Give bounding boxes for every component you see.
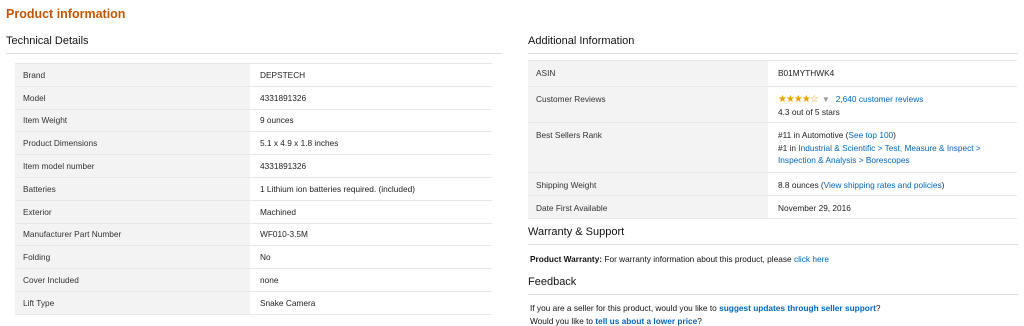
feedback-line2-end: ?: [697, 316, 702, 326]
table-row-asin: ASIN B01MYTHWK4: [528, 60, 1017, 87]
table-row: Cover Included none: [15, 268, 492, 292]
lower-price-link[interactable]: tell us about a lower price: [595, 316, 697, 326]
shipping-weight-end: ): [941, 180, 945, 190]
warranty-click-here-link[interactable]: click here: [794, 254, 829, 264]
warranty-bold-label: Product Warranty:: [530, 254, 603, 264]
technical-title-divider: [6, 53, 502, 54]
table-row: Item Weight 9 ounces: [15, 108, 492, 132]
technical-row-label: Brand: [15, 63, 250, 87]
see-top-100-link[interactable]: See top 100: [848, 130, 893, 140]
date-first-available-value: November 29, 2016: [768, 195, 1017, 219]
technical-row-label: Batteries: [15, 176, 250, 201]
suggest-updates-link[interactable]: suggest updates through seller support: [719, 303, 876, 313]
rank-line1-end: ): [893, 130, 896, 140]
warranty-text: Product Warranty: For warranty informati…: [530, 254, 829, 264]
shipping-rates-link[interactable]: View shipping rates and policies: [824, 180, 942, 190]
rank-line1-text: #11 in Automotive (: [778, 130, 849, 140]
feedback-line1-text: If you are a seller for this product, wo…: [530, 303, 720, 313]
feedback-title: Feedback: [528, 276, 577, 288]
table-row: Product Dimensions 5.1 x 4.9 x 1.8 inches: [15, 131, 492, 155]
technical-row-label[interactable]: Lift Type: [15, 290, 250, 315]
technical-row-label[interactable]: Exterior: [15, 199, 250, 224]
table-row: Manufacturer Part Number WF010-3.5M: [15, 222, 492, 246]
technical-row-value: Snake Camera: [250, 290, 492, 315]
customer-reviews-label: Customer Reviews: [528, 86, 768, 123]
table-row-shipping: Shipping Weight 8.8 ounces (View shippin…: [528, 172, 1017, 196]
feedback-title-divider: [528, 294, 1018, 295]
feedback-line2: Would you like to tell us about a lower …: [530, 316, 702, 326]
technical-row-value: DEPSTECH: [250, 63, 492, 87]
technical-row-value: 9 ounces: [250, 108, 492, 132]
technical-row-value: none: [250, 268, 492, 292]
technical-row-value: Machined: [250, 199, 492, 224]
best-sellers-rank-value: #11 in Automotive (See top 100) #1 in In…: [768, 122, 1017, 173]
technical-row-label: Item model number: [15, 154, 250, 178]
asin-value: B01MYTHWK4: [768, 60, 1017, 87]
feedback-line2-text: Would you like to: [530, 316, 596, 326]
customer-reviews-link[interactable]: 2,640 customer reviews: [836, 94, 924, 104]
rating-text: 4.3 out of 5 stars: [778, 107, 840, 117]
table-row: Lift Type Snake Camera: [15, 290, 492, 315]
technical-row-value: 5.1 x 4.9 x 1.8 inches: [250, 131, 492, 155]
technical-details-table: Brand DEPSTECH Model 4331891326 Item Weight 9…: [15, 63, 492, 315]
technical-row-label: Product Dimensions: [15, 131, 250, 155]
table-row: Folding No: [15, 245, 492, 269]
technical-row-value: WF010-3.5M: [250, 222, 492, 246]
category-path-link[interactable]: Industrial & Scientific > Test, Measure …: [778, 143, 981, 165]
shipping-weight-value: 8.8 ounces (View shipping rates and poli…: [768, 172, 1017, 196]
table-row: Model 4331891326: [15, 85, 492, 110]
technical-row-value: No: [250, 245, 492, 269]
date-first-available-label: Date First Available: [528, 195, 768, 219]
table-row-reviews: Customer Reviews ★★★★☆ ▼ 2,640 customer re…: [528, 86, 1017, 123]
shipping-weight-label: Shipping Weight: [528, 172, 768, 196]
feedback-line1-end: ?: [875, 303, 881, 313]
feedback-line1: If you are a seller for this product, wo…: [530, 303, 880, 313]
shipping-weight-text: 8.8 ounces (: [778, 180, 824, 190]
warranty-support-title: Warranty & Support: [528, 226, 625, 238]
technical-row-label: Model: [15, 85, 250, 110]
star-rating-icon[interactable]: ★★★★☆: [778, 94, 819, 105]
table-row: Exterior Machined: [15, 199, 492, 224]
technical-row-value: 4331891326: [250, 85, 492, 110]
rank-line2-text: #1 in: [778, 143, 799, 153]
warranty-body: For warranty information about this prod…: [602, 254, 794, 264]
best-sellers-rank-label: Best Sellers Rank: [528, 122, 768, 173]
technical-row-label[interactable]: Folding: [15, 245, 250, 269]
technical-row-value: 4331891326: [250, 154, 492, 178]
table-row: Batteries 1 Lithium ion batteries require…: [15, 176, 492, 201]
technical-row-label[interactable]: Cover Included: [15, 268, 250, 292]
chevron-down-icon[interactable]: ▼: [822, 95, 830, 104]
technical-details-title: Technical Details: [6, 35, 89, 47]
table-row-rank: Best Sellers Rank #11 in Automotive (See…: [528, 122, 1017, 173]
asin-label: ASIN: [528, 60, 768, 87]
table-row: Item model number 4331891326: [15, 154, 492, 178]
additional-information-title: Additional Information: [528, 35, 635, 47]
technical-row-value: 1 Lithium ion batteries required. (inclu…: [250, 176, 492, 201]
warranty-title-divider: [528, 244, 1018, 245]
customer-reviews-value: ★★★★☆ ▼ 2,640 customer reviews 4.3 out of …: [768, 86, 1017, 123]
additional-title-divider: [528, 53, 1018, 54]
additional-information-table: ASIN B01MYTHWK4 Customer Reviews ★★★★☆ ▼ 2…: [528, 60, 1017, 219]
table-row: Brand DEPSTECH: [15, 63, 492, 87]
technical-row-label: Item Weight: [15, 108, 250, 132]
table-row-date: Date First Available November 29, 2016: [528, 195, 1017, 219]
product-information-heading: Product information: [6, 7, 126, 21]
technical-row-label: Manufacturer Part Number: [15, 222, 250, 246]
